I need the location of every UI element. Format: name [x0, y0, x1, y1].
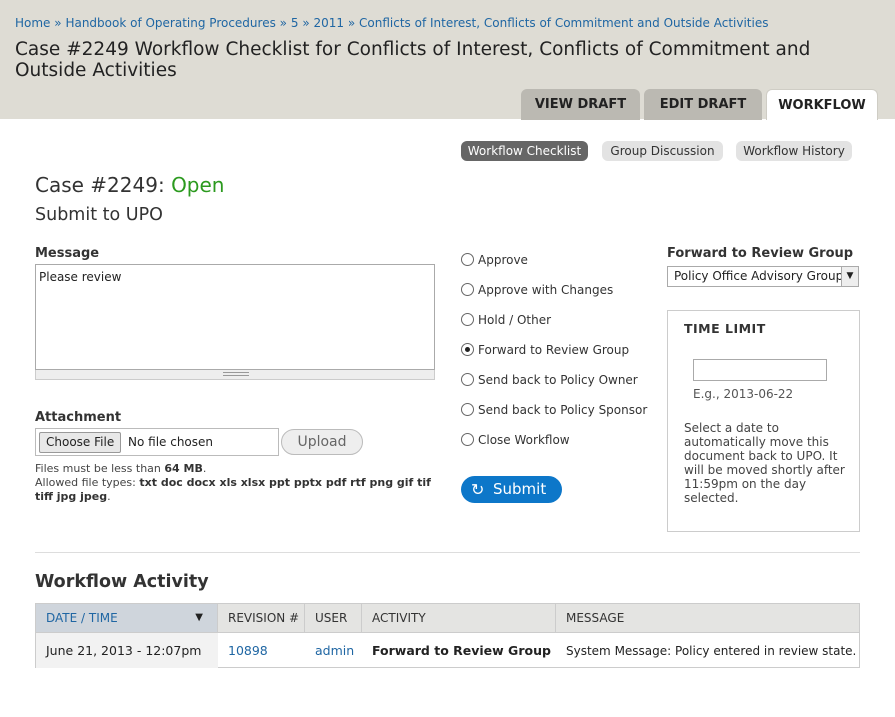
column-header-date-time[interactable]: DATE / TIME ▼	[36, 604, 218, 632]
file-input: Choose File No file chosen	[35, 428, 279, 456]
cell-activity: Forward to Review Group	[362, 632, 556, 668]
chevron-down-icon: ▼	[841, 267, 858, 286]
radio-forward-to-review-group[interactable]: Forward to Review Group	[461, 343, 629, 357]
user-link[interactable]: admin	[315, 643, 354, 658]
subnav-workflow-checklist[interactable]: Workflow Checklist	[461, 141, 588, 161]
time-limit-date-input[interactable]	[693, 359, 827, 381]
file-help-text: Files must be less than 64 MB. Allowed f…	[35, 462, 435, 504]
subnav-workflow-history[interactable]: Workflow History	[736, 141, 852, 161]
radio-button[interactable]	[461, 253, 474, 266]
breadcrumb: Home » Handbook of Operating Procedures …	[15, 16, 768, 30]
column-header-message[interactable]: MESSAGE	[556, 604, 859, 632]
column-header-activity[interactable]: ACTIVITY	[362, 604, 556, 632]
radio-button[interactable]	[461, 313, 474, 326]
column-header-label: DATE / TIME	[46, 611, 118, 625]
review-group-select[interactable]: Policy Office Advisory Group ▼	[667, 266, 859, 287]
cell-user: admin	[305, 632, 362, 668]
breadcrumb-separator: »	[302, 16, 310, 30]
radio-label: Forward to Review Group	[478, 343, 630, 357]
subnav-group-discussion[interactable]: Group Discussion	[602, 141, 723, 161]
upload-button[interactable]: Upload	[281, 429, 363, 455]
case-heading: Case #2249: Open	[35, 173, 224, 197]
file-types-prefix: Allowed file types:	[35, 476, 136, 489]
breadcrumb-section[interactable]: 5	[291, 16, 299, 30]
breadcrumb-separator: »	[279, 16, 288, 30]
no-file-chosen-text: No file chosen	[128, 435, 214, 449]
section-divider	[35, 552, 860, 553]
message-label: Message	[35, 246, 100, 261]
breadcrumb-policy[interactable]: Conflicts of Interest, Conflicts of Comm…	[359, 16, 768, 30]
time-limit-panel: TIME LIMIT E.g., 2013-06-22 Select a dat…	[667, 310, 860, 532]
radio-approve[interactable]: Approve	[461, 253, 528, 267]
attachment-label: Attachment	[35, 410, 122, 425]
breadcrumb-handbook[interactable]: Handbook of Operating Procedures	[65, 16, 275, 30]
file-size-note: Files must be less than 64 MB.	[35, 462, 207, 475]
radio-approve-with-changes[interactable]: Approve with Changes	[461, 283, 613, 297]
radio-hold-other[interactable]: Hold / Other	[461, 313, 551, 327]
time-limit-description: Select a date to automatically move this…	[684, 421, 845, 505]
page-title: Case #2249 Workflow Checklist for Confli…	[15, 39, 811, 81]
file-size-limit: 64 MB	[164, 462, 203, 475]
breadcrumb-separator: »	[54, 16, 62, 30]
message-textarea[interactable]: Please review	[35, 264, 435, 370]
sort-down-icon: ▼	[195, 612, 203, 623]
breadcrumb-separator: »	[347, 16, 356, 30]
radio-label: Close Workflow	[478, 433, 570, 447]
file-types-note: Allowed file types: txt doc docx xls xls…	[35, 476, 431, 503]
choose-file-button[interactable]: Choose File	[39, 432, 122, 453]
workflow-activity-heading: Workflow Activity	[35, 572, 209, 592]
forward-group-label: Forward to Review Group	[667, 246, 854, 261]
tab-view-draft[interactable]: VIEW DRAFT	[521, 89, 640, 120]
radio-button[interactable]	[461, 283, 474, 296]
review-group-selected: Policy Office Advisory Group	[674, 269, 844, 283]
tab-edit-draft[interactable]: EDIT DRAFT	[644, 89, 762, 120]
radio-send-back-policy-sponsor[interactable]: Send back to Policy Sponsor	[461, 403, 647, 417]
radio-label: Approve with Changes	[478, 283, 614, 297]
time-limit-title: TIME LIMIT	[684, 321, 766, 336]
tab-workflow[interactable]: WORKFLOW	[766, 89, 878, 120]
radio-button[interactable]	[461, 433, 474, 446]
page-header: Home » Handbook of Operating Procedures …	[0, 0, 895, 120]
radio-close-workflow[interactable]: Close Workflow	[461, 433, 570, 447]
radio-label: Hold / Other	[478, 313, 552, 327]
breadcrumb-year[interactable]: 2011	[313, 16, 344, 30]
breadcrumb-home[interactable]: Home	[15, 16, 50, 30]
textarea-resize-grip[interactable]	[35, 370, 435, 380]
radio-label: Send back to Policy Owner	[478, 373, 638, 387]
column-header-revision[interactable]: REVISION #	[218, 604, 305, 632]
time-limit-example: E.g., 2013-06-22	[693, 387, 794, 401]
radio-button-selected[interactable]	[461, 343, 474, 356]
revision-link[interactable]: 10898	[228, 643, 268, 658]
cell-date-time: June 21, 2013 - 12:07pm	[36, 632, 218, 668]
radio-label: Send back to Policy Sponsor	[478, 403, 648, 417]
radio-send-back-policy-owner[interactable]: Send back to Policy Owner	[461, 373, 638, 387]
cell-message: System Message: Policy entered in review…	[556, 632, 859, 668]
workflow-activity-table: DATE / TIME ▼ REVISION # USER ACTIVITY M…	[35, 603, 860, 668]
radio-label: Approve	[478, 253, 528, 267]
radio-button[interactable]	[461, 403, 474, 416]
file-size-prefix: Files must be less than	[35, 462, 161, 475]
refresh-icon: ↻	[471, 480, 485, 499]
column-header-user[interactable]: USER	[305, 604, 362, 632]
radio-button[interactable]	[461, 373, 474, 386]
case-number: Case #2249:	[35, 173, 165, 197]
submit-button[interactable]: ↻ Submit	[461, 476, 562, 503]
case-status: Open	[171, 173, 225, 197]
submit-label: Submit	[493, 480, 547, 498]
cell-revision-link: 10898	[218, 632, 305, 668]
workflow-step-heading: Submit to UPO	[35, 205, 163, 225]
